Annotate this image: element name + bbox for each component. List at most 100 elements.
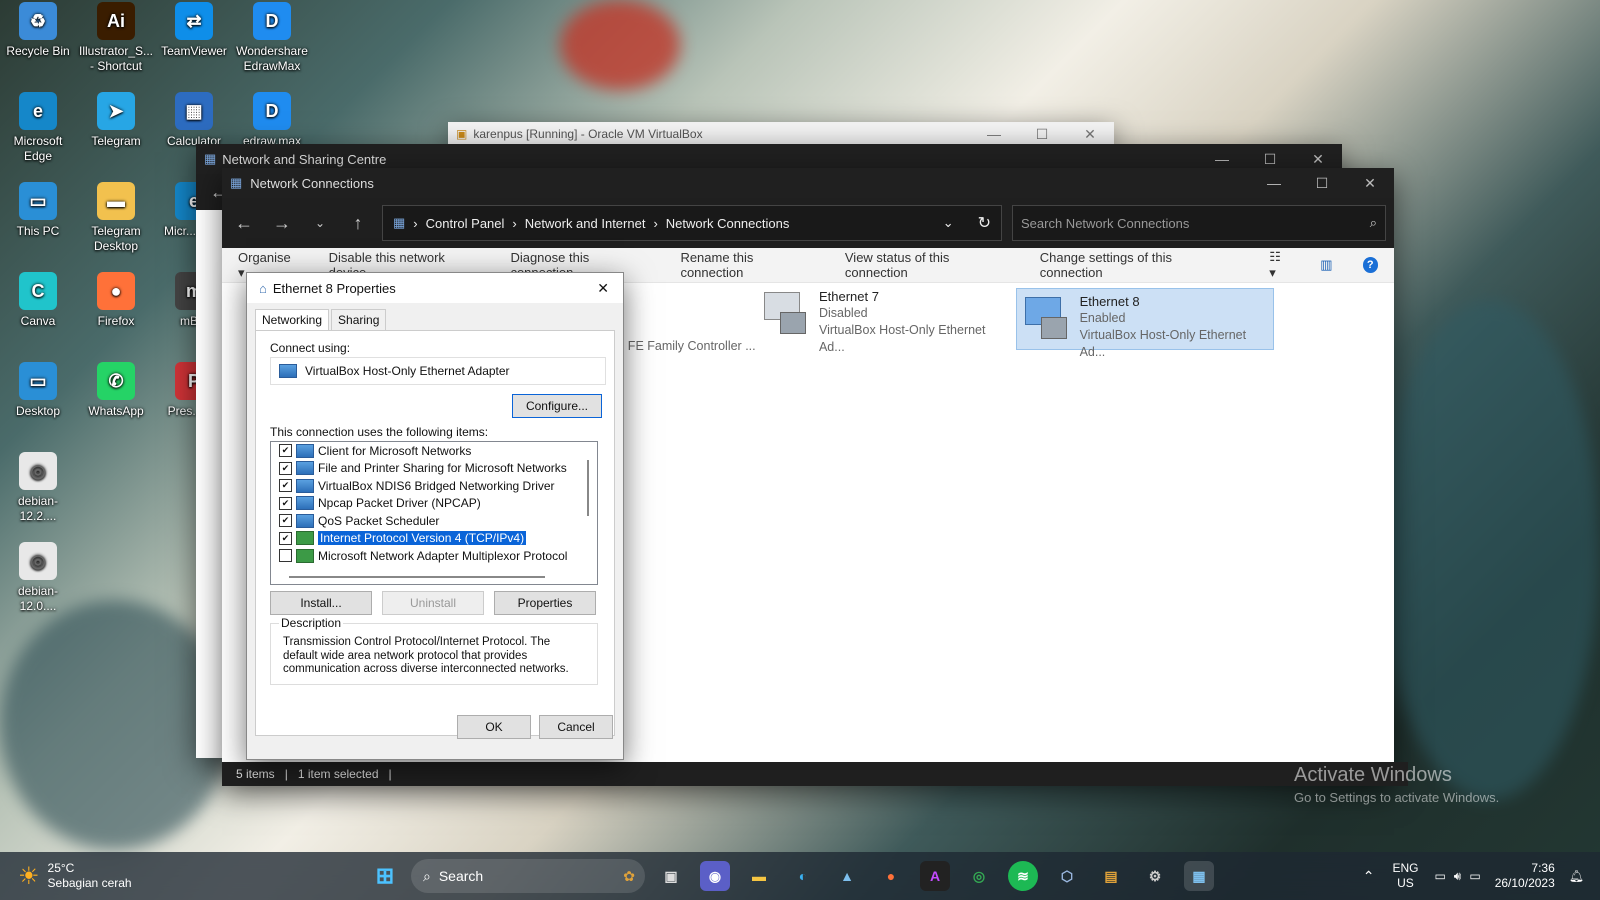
file-explorer-icon[interactable]: ▬: [744, 861, 774, 891]
item-checkbox[interactable]: ✔: [279, 461, 292, 475]
search-input[interactable]: Search Network Connections ⌕: [1012, 205, 1386, 241]
desktop-icon[interactable]: ▦ Calculator: [156, 92, 232, 149]
breadcrumb-control-panel[interactable]: Control Panel: [426, 216, 505, 231]
desktop-icon[interactable]: ▭ This PC: [0, 182, 76, 239]
windows-start-icon[interactable]: ⊞: [370, 861, 400, 891]
tab-sharing[interactable]: Sharing: [331, 309, 387, 330]
firefox-icon[interactable]: ●: [876, 861, 906, 891]
affinity-icon[interactable]: A: [920, 861, 950, 891]
search-icon[interactable]: ⌕: [1370, 215, 1377, 231]
connection-ethernet-7[interactable]: Ethernet 7 Disabled VirtualBox Host-Only…: [756, 284, 1014, 360]
minimize-icon[interactable]: —: [970, 126, 1018, 143]
desktop-icon[interactable]: Dedraw.max: [234, 92, 310, 149]
desktop-icon[interactable]: C Canva: [0, 272, 76, 329]
connection-item[interactable]: B FE Family Controller ...: [612, 318, 760, 358]
preview-pane-icon[interactable]: ▥: [1320, 257, 1332, 273]
desktop-icon[interactable]: D Wondershare EdrawMax: [234, 2, 310, 74]
task-view-icon[interactable]: ▣: [656, 861, 686, 891]
chrome-icon[interactable]: ◎: [964, 861, 994, 891]
network-icon[interactable]: ▭: [1434, 869, 1445, 883]
up-arrow-icon[interactable]: ↑: [344, 213, 372, 234]
cancel-button[interactable]: Cancel: [539, 715, 613, 739]
view-options-icon[interactable]: ☷ ▾: [1269, 249, 1290, 281]
item-checkbox[interactable]: ✔: [279, 444, 292, 458]
desktop-icon[interactable]: e Microsoft Edge: [0, 92, 76, 164]
virtualbox-vm-icon[interactable]: ▤: [1096, 861, 1126, 891]
desktop-icon[interactable]: ✆ WhatsApp: [78, 362, 154, 419]
help-icon[interactable]: ?: [1362, 257, 1378, 273]
taskbar-search[interactable]: ⌕ Search ✿: [411, 859, 645, 893]
control-panel-icon[interactable]: ▦: [1184, 861, 1214, 891]
settings-gear-icon[interactable]: ⚙: [1140, 861, 1170, 891]
connection-ethernet-8[interactable]: Ethernet 8 Enabled VirtualBox Host-Only …: [1016, 288, 1274, 359]
maximize-icon[interactable]: ☐: [1298, 175, 1346, 192]
notification-bell-icon[interactable]: 🔔︎: [1569, 869, 1584, 883]
weather-widget[interactable]: ☀ 25°C Sebagian cerah: [18, 861, 338, 891]
list-item[interactable]: ✔ Npcap Packet Driver (NPCAP): [271, 495, 597, 513]
tab-networking[interactable]: Networking: [255, 309, 330, 330]
battery-icon[interactable]: ▭: [1469, 869, 1480, 883]
list-item[interactable]: ✔ VirtualBox NDIS6 Bridged Networking Dri…: [271, 477, 597, 495]
list-item[interactable]: Microsoft Network Adapter Multiplexor Pr…: [271, 547, 597, 565]
adapter-field: VirtualBox Host-Only Ethernet Adapter: [270, 357, 606, 385]
close-icon[interactable]: ✕: [1066, 126, 1114, 143]
volume-icon[interactable]: 🔊︎: [1454, 869, 1462, 884]
address-bar[interactable]: ▦ › Control Panel › Network and Internet…: [382, 205, 1002, 241]
breadcrumb-network-internet[interactable]: Network and Internet: [525, 216, 646, 231]
rename-button[interactable]: Rename this connection: [680, 250, 814, 280]
maximize-icon[interactable]: ☐: [1018, 126, 1066, 143]
virtualbox-icon[interactable]: ⬡: [1052, 861, 1082, 891]
configure-button[interactable]: Configure...: [512, 394, 602, 418]
item-checkbox[interactable]: ✔: [279, 479, 292, 493]
list-item[interactable]: ✔ Client for Microsoft Networks: [271, 442, 597, 460]
desktop-icon[interactable]: Ai Illustrator_S... - Shortcut: [78, 2, 154, 74]
item-checkbox[interactable]: ✔: [279, 514, 292, 528]
items-list[interactable]: ✔ Client for Microsoft Networks ✔ File and …: [270, 441, 598, 585]
desktop-icon[interactable]: ● Firefox: [78, 272, 154, 329]
chevron-down-icon[interactable]: ⌄: [943, 215, 954, 231]
teams-chat-icon[interactable]: ◉: [700, 861, 730, 891]
close-icon[interactable]: ✕: [1294, 151, 1342, 168]
desktop-icon[interactable]: ➤ Telegram: [78, 92, 154, 149]
list-item[interactable]: ✔ File and Printer Sharing for Microsoft …: [271, 460, 597, 478]
desktop-icon[interactable]: ▭ Desktop: [0, 362, 76, 419]
close-icon[interactable]: ✕: [1346, 175, 1394, 192]
back-arrow-icon[interactable]: ←: [230, 213, 258, 234]
virtualbox-window[interactable]: ▣ karenpus [Running] - Oracle VM Virtual…: [448, 122, 1114, 146]
uninstall-button[interactable]: Uninstall: [382, 591, 484, 615]
properties-button[interactable]: Properties: [494, 591, 596, 615]
item-checkbox[interactable]: [279, 549, 292, 563]
view-status-button[interactable]: View status of this connection: [845, 250, 1010, 280]
clock[interactable]: 7:36 26/10/2023: [1495, 861, 1555, 891]
vertical-scrollbar[interactable]: [587, 460, 589, 516]
edge-icon[interactable]: ◐: [788, 861, 818, 891]
item-checkbox[interactable]: ✔: [279, 496, 292, 510]
desktop-icon[interactable]: ▬ Telegram Desktop: [78, 182, 154, 254]
minimize-icon[interactable]: —: [1198, 151, 1246, 168]
item-checkbox[interactable]: ✔: [279, 531, 292, 545]
list-item[interactable]: ✔ QoS Packet Scheduler: [271, 512, 597, 530]
photos-icon[interactable]: ▲: [832, 861, 862, 891]
desktop-icon[interactable]: ◎ debian-12.0....: [0, 542, 76, 614]
horizontal-scrollbar[interactable]: [289, 576, 545, 578]
close-icon[interactable]: ✕: [597, 280, 609, 297]
spotify-icon[interactable]: ≋: [1008, 861, 1038, 891]
status-bar: 5 items | 1 item selected |: [222, 762, 1408, 786]
desktop-icon[interactable]: ◎ debian-12.2....: [0, 452, 76, 524]
maximize-icon[interactable]: ☐: [1246, 151, 1294, 168]
language-indicator[interactable]: ENG US: [1392, 861, 1418, 891]
minimize-icon[interactable]: —: [1250, 175, 1298, 192]
list-item[interactable]: ✔ Internet Protocol Version 4 (TCP/IPv4): [271, 530, 597, 548]
breadcrumb-network-connections[interactable]: Network Connections: [666, 216, 790, 231]
ethernet-properties-dialog[interactable]: ⌂ Ethernet 8 Properties ✕ Networking Sha…: [246, 272, 624, 760]
change-settings-button[interactable]: Change settings of this connection: [1040, 250, 1232, 280]
chevron-down-icon[interactable]: ⌄: [306, 216, 334, 230]
refresh-icon[interactable]: ↻: [978, 213, 991, 233]
desktop-icon-label: WhatsApp: [88, 404, 144, 418]
forward-arrow-icon[interactable]: →: [268, 213, 296, 234]
desktop-icon[interactable]: ♻ Recycle Bin: [0, 2, 76, 59]
desktop-icon[interactable]: ⇄ TeamViewer: [156, 2, 232, 59]
ok-button[interactable]: OK: [457, 715, 531, 739]
install-button[interactable]: Install...: [270, 591, 372, 615]
show-hidden-icons[interactable]: ⌃: [1363, 868, 1375, 885]
